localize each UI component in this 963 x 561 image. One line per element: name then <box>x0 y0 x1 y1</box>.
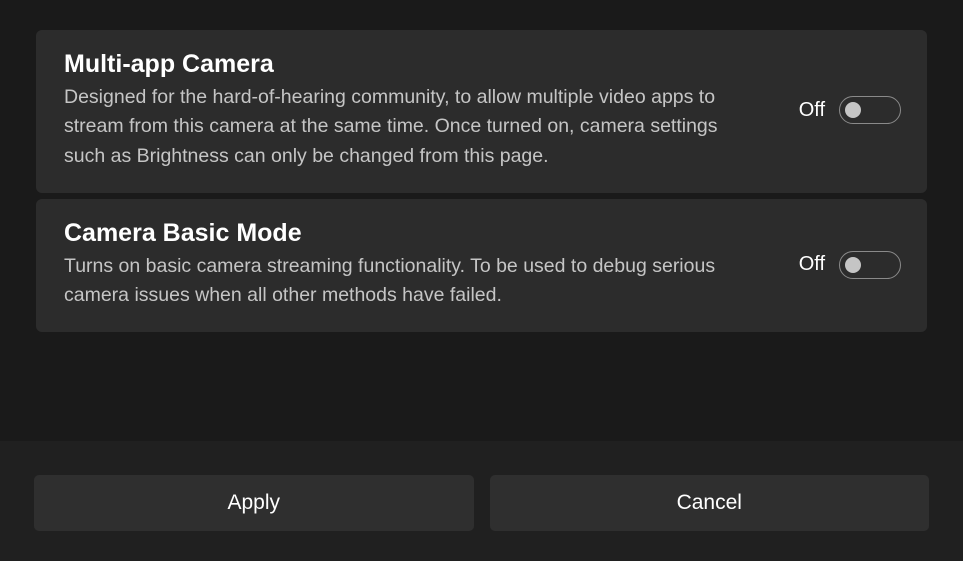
camera-basic-mode-toggle-label: Off <box>799 253 825 276</box>
multi-app-camera-card: Multi-app Camera Designed for the hard-o… <box>36 30 927 193</box>
camera-basic-mode-title: Camera Basic Mode <box>64 219 734 248</box>
multi-app-camera-toggle[interactable] <box>839 96 901 124</box>
camera-basic-mode-toggle[interactable] <box>839 251 901 279</box>
apply-button[interactable]: Apply <box>34 475 474 531</box>
settings-content: Multi-app Camera Designed for the hard-o… <box>0 0 963 338</box>
multi-app-camera-title: Multi-app Camera <box>64 50 734 79</box>
toggle-knob-icon <box>845 102 861 118</box>
camera-basic-mode-toggle-group: Off <box>799 251 901 279</box>
dialog-footer: Apply Cancel <box>0 441 963 561</box>
multi-app-camera-toggle-label: Off <box>799 99 825 122</box>
multi-app-camera-description: Designed for the hard-of-hearing communi… <box>64 83 734 171</box>
multi-app-camera-toggle-group: Off <box>799 96 901 124</box>
cancel-button[interactable]: Cancel <box>490 475 930 531</box>
camera-basic-mode-text: Camera Basic Mode Turns on basic camera … <box>64 219 734 311</box>
camera-basic-mode-card: Camera Basic Mode Turns on basic camera … <box>36 199 927 333</box>
toggle-knob-icon <box>845 257 861 273</box>
multi-app-camera-text: Multi-app Camera Designed for the hard-o… <box>64 50 734 171</box>
camera-basic-mode-description: Turns on basic camera streaming function… <box>64 252 734 311</box>
